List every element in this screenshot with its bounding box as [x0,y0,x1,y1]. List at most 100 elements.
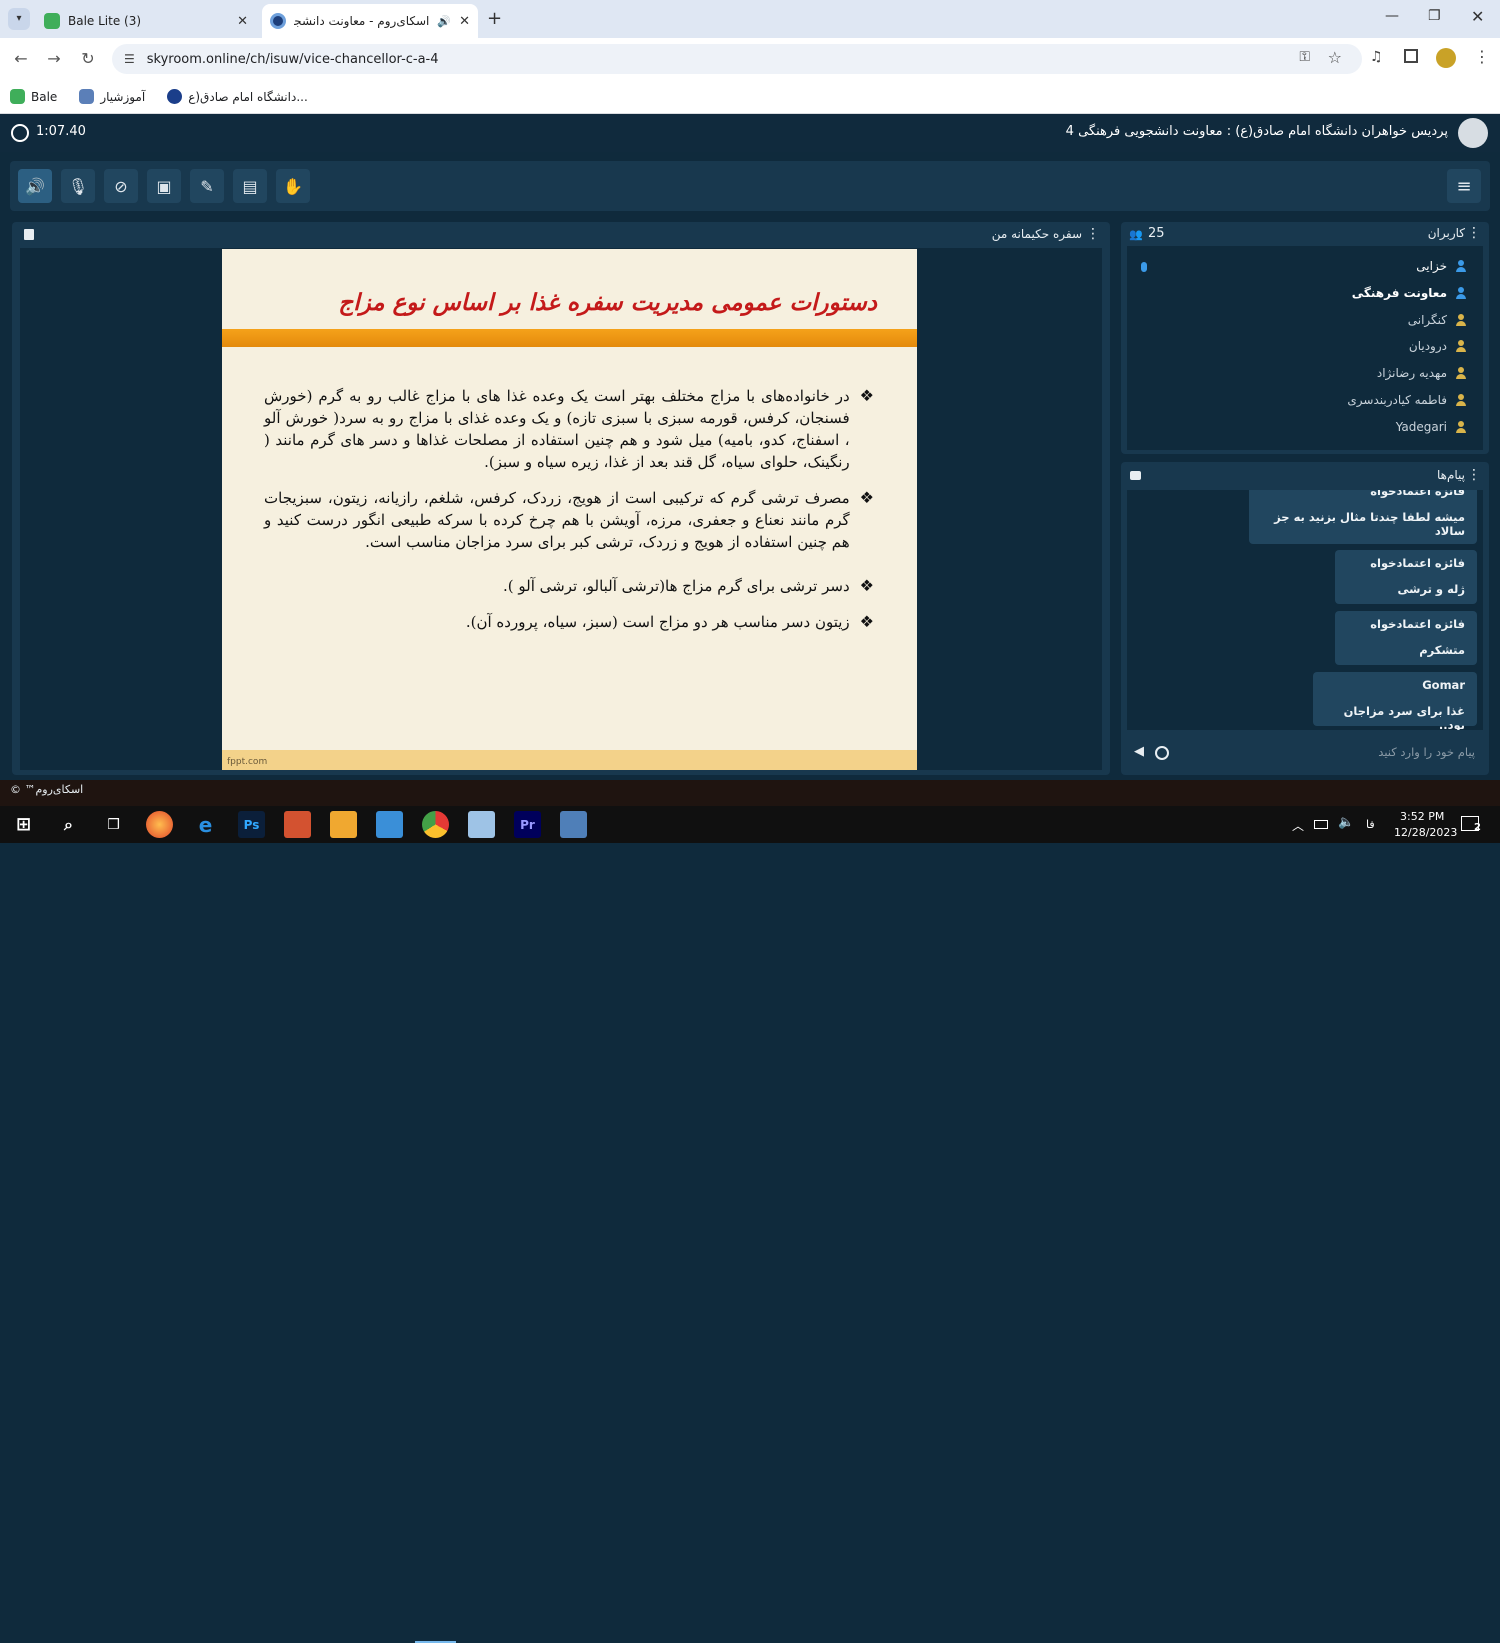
raise-hand-button[interactable]: ✋ [276,169,310,203]
user-item[interactable]: خزایی [1416,256,1467,276]
bookmark-label: Bale [31,89,58,104]
notification-count: 2 [1474,822,1481,833]
users-icon: 👥 [1129,228,1143,241]
windows-start-icon[interactable]: ⊞ [10,811,37,838]
tab-bale[interactable]: Bale Lite (3) ✕ [36,4,256,38]
powerpoint-icon[interactable] [284,811,311,838]
media-player-icon[interactable] [330,811,357,838]
bookmark-bale[interactable]: Bale [10,89,57,104]
chat-panel: پیام‌ها ⋮ فائزه اعتمادخواه میشه لطفا چند… [1121,462,1489,775]
slide-bullet: ❖ در خانواده‌های با مزاج مختلف بهتر است … [264,385,874,473]
panel-menu-icon[interactable]: ⋮ [1086,226,1100,242]
whiteboard-title: سفره حکیمانه من [991,227,1082,241]
premiere-icon[interactable]: Pr [514,811,541,838]
message-text: میشه لطفا چندتا مثال بزنید به جز سالاد [1274,510,1465,538]
new-tab-button[interactable]: + [487,8,502,29]
network-app-icon[interactable] [560,811,587,838]
tab-skyroom[interactable]: اسکای‌روم - معاونت دانشجو... 🔊 ✕ [262,4,478,38]
user-item[interactable]: کنگرانی [1408,310,1467,330]
whiteboard-panel: سفره حکیمانه من ⋮ دستورات عمومی مدیریت س… [12,222,1110,775]
camera-off-button[interactable]: ⊘ [104,169,138,203]
room-title: پردیس خواهران دانشگاه امام صادق(ع) : معا… [1065,124,1448,139]
bookmark-university[interactable]: دانشگاه امام صادق(ع... [167,89,308,104]
bookmark-amoozeshyar[interactable]: آموزشیار [79,89,145,104]
photoshop-icon[interactable]: Ps [238,811,265,838]
user-name: خزایی [1416,259,1447,273]
close-tab-icon[interactable]: ✕ [459,14,470,29]
url-bar[interactable]: ☰ skyroom.online/ch/isuw/vice-chancellor… [112,44,1362,74]
password-key-icon[interactable]: ⚿ [1299,49,1310,65]
emoji-icon[interactable] [1155,746,1169,760]
forward-button[interactable]: → [43,48,65,70]
slide-bullet: ❖ زیتون دسر مناسب هر دو مزاج است (سبز، س… [264,611,874,633]
message-sender: فائزه اعتمادخواه [1370,556,1465,570]
slide-bullet: ❖ دسر ترشی برای گرم مزاج ها(ترشی آلبالو،… [264,575,874,597]
user-icon [1455,314,1467,326]
tray-chevron-icon[interactable]: ︿ [1292,817,1304,834]
diamond-bullet-icon: ❖ [859,488,874,507]
battery-icon[interactable] [1314,820,1328,829]
session-timer: 1:07.40 [36,124,86,139]
bullet-text: مصرف ترشی گرم که ترکیبی است از هویج، زرد… [264,489,850,551]
user-item[interactable]: مهدیه رضانژاد [1377,363,1467,383]
side-panel-icon[interactable] [1404,49,1418,63]
task-view-icon[interactable]: ❒ [100,811,127,838]
minimize-button[interactable]: — [1385,8,1399,24]
profile-avatar[interactable] [1436,48,1456,68]
user-item[interactable]: درودیان [1409,336,1467,356]
clock-time[interactable]: 3:52 PM [1400,810,1444,823]
diamond-bullet-icon: ❖ [859,386,874,405]
menu-button[interactable]: ≡ [1447,169,1481,203]
bookmark-label: دانشگاه امام صادق(ع... [188,89,308,104]
computer-icon[interactable] [376,811,403,838]
tab-search-button[interactable]: ▾ [8,8,30,30]
chat-input[interactable]: پیام خود را وارد کنید [1127,736,1483,770]
chat-message: فائزه اعتمادخواه میشه لطفا چندتا مثال بز… [1249,490,1477,544]
avatar[interactable] [1458,118,1488,148]
speaker-button[interactable]: 🔊 [18,169,52,203]
slide-footer-text: fppt.com [227,757,268,767]
whiteboard-pen-button[interactable]: ✎ [190,169,224,203]
users-panel: 👥 25 کاربران ⋮ خزایی معاونت فرهنگی کنگرا… [1121,222,1489,454]
media-control-icon[interactable]: ♫ [1370,49,1383,65]
bookmark-label: آموزشیار [100,89,146,104]
slide-body: ❖ در خانواده‌های با مزاج مختلف بهتر است … [264,385,874,633]
user-item[interactable]: Yadegari [1396,417,1467,437]
bullet-text: زیتون دسر مناسب هر دو مزاج است (سبز، سیا… [465,613,850,631]
bookmark-star-icon[interactable]: ☆ [1328,48,1342,67]
panel-menu-icon[interactable]: ⋮ [1467,225,1481,241]
volume-icon[interactable]: 🔈 [1338,815,1354,830]
speaker-icon[interactable]: 🔊 [437,15,451,28]
chat-message: فائزه اعتمادخواه ژله و ترشی [1335,550,1477,604]
send-icon[interactable]: ◀ [1134,744,1144,759]
search-icon[interactable]: ⌕ [55,811,82,838]
file-icon[interactable] [24,229,34,240]
diamond-bullet-icon: ❖ [859,612,874,631]
screen-share-button[interactable]: ▣ [147,169,181,203]
site-info-icon[interactable]: ☰ [124,52,135,66]
close-tab-icon[interactable]: ✕ [237,14,248,29]
notepad-icon[interactable] [468,811,495,838]
panel-menu-icon[interactable]: ⋮ [1467,467,1481,483]
user-name: Yadegari [1395,420,1447,434]
firefox-icon[interactable] [146,811,173,838]
restore-button[interactable]: ❐ [1428,8,1441,24]
chat-message: فائزه اعتمادخواه متشکرم [1335,611,1477,665]
chat-title: پیام‌ها [1436,468,1465,482]
reload-button[interactable]: ↻ [77,48,99,70]
users-list: خزایی معاونت فرهنگی کنگرانی درودیان مهدی… [1127,246,1483,450]
language-indicator[interactable]: فا [1366,818,1375,831]
user-item[interactable]: معاونت فرهنگی [1352,283,1467,303]
browser-menu-icon[interactable]: ⋮ [1474,47,1490,66]
internet-explorer-icon[interactable]: e [192,811,219,838]
clock-date[interactable]: 12/28/2023 [1394,826,1457,839]
user-item[interactable]: فاطمه کیادربندسری [1347,390,1467,410]
user-name: معاونت فرهنگی [1351,286,1447,300]
user-name: کنگرانی [1407,313,1447,327]
back-button[interactable]: ← [10,48,32,70]
chrome-icon[interactable] [422,811,449,838]
files-button[interactable]: ▤ [233,169,267,203]
microphone-off-button[interactable]: 🎙 [61,169,95,203]
skyroom-icon [270,13,286,29]
close-window-button[interactable]: ✕ [1471,7,1484,26]
